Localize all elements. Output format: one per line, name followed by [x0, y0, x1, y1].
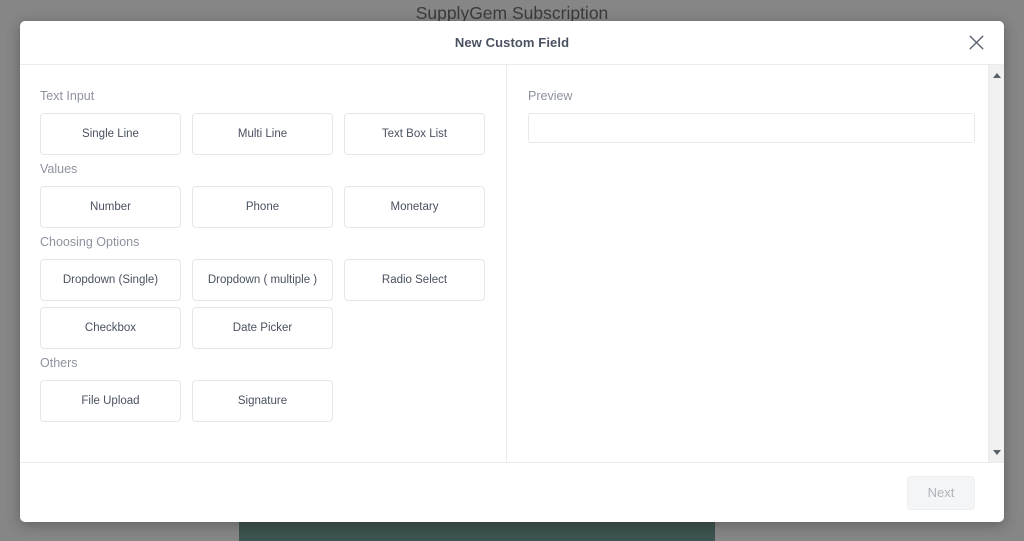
- chevron-up-icon[interactable]: [989, 67, 1004, 83]
- field-type-radio-select[interactable]: Radio Select: [344, 259, 485, 301]
- field-type-row: Single Line Multi Line Text Box List: [40, 113, 506, 155]
- next-button[interactable]: Next: [907, 476, 975, 510]
- close-icon: [968, 34, 985, 51]
- field-type-multi-line[interactable]: Multi Line: [192, 113, 333, 155]
- field-type-file-upload[interactable]: File Upload: [40, 380, 181, 422]
- modal-footer: Next: [20, 463, 1004, 522]
- field-type-row: Number Phone Monetary: [40, 186, 506, 228]
- chevron-down-icon[interactable]: [989, 444, 1004, 460]
- field-type-panel: Text Input Single Line Multi Line Text B…: [20, 65, 507, 462]
- field-type-signature[interactable]: Signature: [192, 380, 333, 422]
- field-type-date-picker[interactable]: Date Picker: [192, 307, 333, 349]
- section-label-others: Others: [40, 355, 506, 371]
- preview-label: Preview: [528, 88, 970, 104]
- section-label-choosing-options: Choosing Options: [40, 234, 506, 250]
- field-type-dropdown-multiple[interactable]: Dropdown ( multiple ): [192, 259, 333, 301]
- modal-body: Text Input Single Line Multi Line Text B…: [20, 65, 1004, 463]
- new-custom-field-modal: New Custom Field Text Input Single Line …: [20, 21, 1004, 522]
- field-type-number[interactable]: Number: [40, 186, 181, 228]
- field-type-phone[interactable]: Phone: [192, 186, 333, 228]
- field-type-monetary[interactable]: Monetary: [344, 186, 485, 228]
- preview-scrollbar[interactable]: [988, 65, 1004, 462]
- field-type-row: Checkbox Date Picker: [40, 307, 506, 349]
- modal-header: New Custom Field: [20, 21, 1004, 65]
- close-button[interactable]: [962, 29, 990, 57]
- field-type-row: Dropdown (Single) Dropdown ( multiple ) …: [40, 259, 506, 301]
- field-type-row: File Upload Signature: [40, 380, 506, 422]
- section-label-values: Values: [40, 161, 506, 177]
- modal-title: New Custom Field: [455, 35, 569, 50]
- field-type-dropdown-single[interactable]: Dropdown (Single): [40, 259, 181, 301]
- preview-panel: Preview: [507, 65, 1004, 462]
- field-type-checkbox[interactable]: Checkbox: [40, 307, 181, 349]
- section-label-text-input: Text Input: [40, 88, 506, 104]
- preview-input[interactable]: [528, 113, 975, 143]
- field-type-single-line[interactable]: Single Line: [40, 113, 181, 155]
- field-type-text-box-list[interactable]: Text Box List: [344, 113, 485, 155]
